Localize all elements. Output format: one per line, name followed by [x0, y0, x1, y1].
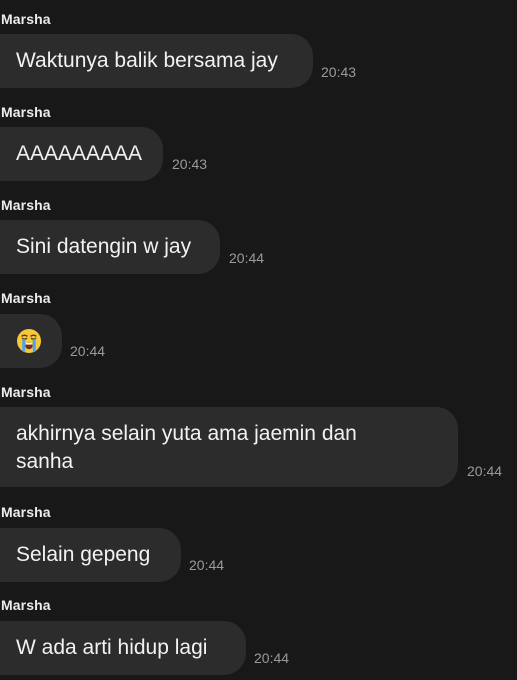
- sender-name: Marsha: [1, 197, 51, 213]
- message-text: W ada arti hidup lagi: [16, 636, 208, 659]
- message-time: 20:43: [172, 156, 208, 172]
- message-time: 20:43: [321, 64, 357, 80]
- message-text: Selain gepeng: [16, 543, 151, 566]
- message-bubble[interactable]: Sini datengin w jay: [0, 220, 220, 274]
- message-text-line-1: akhirnya selain yuta ama jaemin dan: [16, 422, 357, 445]
- message-bubble[interactable]: Waktunya balik bersama jay: [0, 34, 313, 88]
- loudly-crying-face-icon: [17, 329, 41, 353]
- sender-name: Marsha: [1, 290, 51, 306]
- message-time: 20:44: [254, 650, 290, 666]
- message-bubble[interactable]: [0, 314, 62, 368]
- sender-name: Marsha: [1, 504, 51, 520]
- message-time: 20:44: [189, 557, 225, 573]
- sender-name: Marsha: [1, 597, 51, 613]
- message-text: AAAAAAAAA: [16, 142, 143, 165]
- sender-name: Marsha: [1, 104, 51, 120]
- message-bubble[interactable]: akhirnya selain yuta ama jaemin dan sanh…: [0, 407, 458, 487]
- message-text: Waktunya balik bersama jay: [16, 49, 278, 72]
- message-text-line-2: sanha: [16, 450, 74, 473]
- message-time: 20:44: [70, 343, 106, 359]
- message-text: Sini datengin w jay: [16, 235, 192, 258]
- message-time: 20:44: [467, 463, 503, 479]
- sender-name: Marsha: [1, 11, 51, 27]
- sender-name: Marsha: [1, 384, 51, 400]
- message-time: 20:44: [229, 250, 265, 266]
- message-bubble[interactable]: W ada arti hidup lagi: [0, 621, 246, 675]
- message-bubble[interactable]: Selain gepeng: [0, 528, 181, 582]
- message-bubble[interactable]: AAAAAAAAA: [0, 127, 163, 181]
